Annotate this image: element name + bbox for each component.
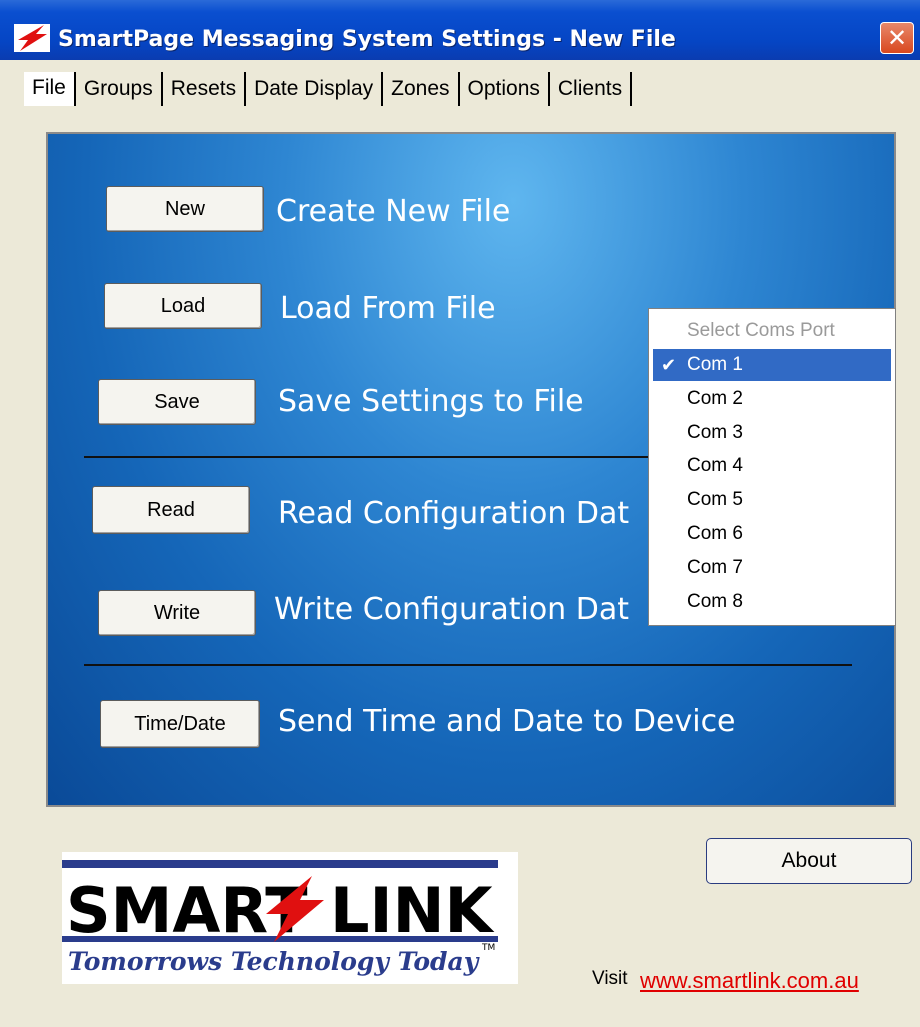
- menu-item-com3[interactable]: Com 3: [649, 417, 895, 449]
- com-port-menu[interactable]: Select Coms Port ✔ Com 1 Com 2 Com 3 Com…: [648, 308, 896, 626]
- title-bar: SmartPage Messaging System Settings - Ne…: [0, 0, 920, 60]
- menu-item-com6[interactable]: Com 6: [649, 518, 895, 550]
- smartlink-logo: SMART LINK TM Tomorrows Technology Today: [62, 852, 518, 984]
- tab-groups[interactable]: Groups: [76, 72, 163, 106]
- save-button[interactable]: Save: [98, 379, 256, 425]
- menu-item-com8[interactable]: Com 8: [649, 586, 895, 618]
- send-time-date-label: Send Time and Date to Device: [278, 704, 736, 739]
- tab-zones[interactable]: Zones: [383, 72, 460, 106]
- svg-text:LINK: LINK: [330, 874, 494, 947]
- time-date-button[interactable]: Time/Date: [100, 700, 260, 748]
- read-configuration-label: Read Configuration Dat: [278, 496, 630, 531]
- tab-file[interactable]: File: [24, 72, 76, 106]
- menu-header: Select Coms Port: [687, 320, 835, 341]
- tab-options[interactable]: Options: [460, 72, 550, 106]
- website-link[interactable]: www.smartlink.com.au: [640, 968, 859, 994]
- tab-resets[interactable]: Resets: [163, 72, 247, 106]
- menu-item-com5[interactable]: Com 5: [649, 484, 895, 516]
- menu-item-com2[interactable]: Com 2: [649, 383, 895, 415]
- read-button[interactable]: Read: [92, 486, 250, 534]
- smartlink-logo-icon: SMART LINK TM Tomorrows Technology Today: [62, 860, 498, 976]
- tab-date-display[interactable]: Date Display: [246, 72, 384, 106]
- window-title: SmartPage Messaging System Settings - Ne…: [58, 27, 676, 52]
- load-from-file-label: Load From File: [280, 291, 496, 326]
- visit-label: Visit: [592, 968, 628, 989]
- load-button[interactable]: Load: [104, 283, 262, 329]
- write-button[interactable]: Write: [98, 590, 256, 636]
- separator-top: [84, 456, 652, 458]
- close-button[interactable]: ✕: [880, 22, 914, 54]
- menu-item-com7[interactable]: Com 7: [649, 552, 895, 584]
- tab-clients[interactable]: Clients: [550, 72, 633, 106]
- checkmark-icon: ✔: [661, 355, 677, 375]
- create-new-file-label: Create New File: [276, 194, 511, 229]
- about-button[interactable]: About: [706, 838, 912, 884]
- separator-bottom: [84, 664, 852, 666]
- svg-text:Tomorrows Technology Today: Tomorrows Technology Today: [68, 947, 480, 976]
- app-logo-icon: [14, 24, 50, 52]
- save-settings-label: Save Settings to File: [278, 384, 584, 419]
- menu-item-com1[interactable]: ✔ Com 1: [653, 349, 891, 381]
- menu-item-com4[interactable]: Com 4: [649, 450, 895, 482]
- write-configuration-label: Write Configuration Dat: [274, 592, 629, 627]
- tab-strip: File Groups Resets Date Display Zones Op…: [24, 72, 633, 112]
- new-button[interactable]: New: [106, 186, 264, 232]
- svg-text:TM: TM: [481, 943, 495, 953]
